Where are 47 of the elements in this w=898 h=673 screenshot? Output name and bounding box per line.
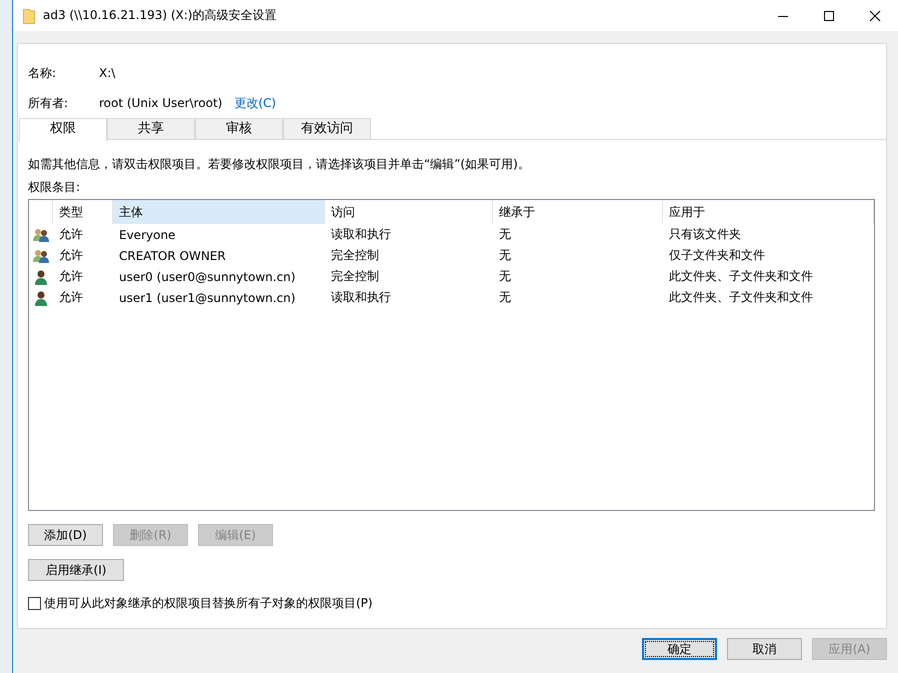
button[interactable]: 启用继承(I): [28, 559, 124, 581]
table-cell-text: 允许: [58, 289, 84, 306]
table-cell-text: 仅子文件夹和文件: [668, 247, 766, 264]
table-cell-text: 读取和执行: [330, 226, 392, 243]
button[interactable]: 确定: [642, 638, 717, 660]
owner-value: root (Unix User\root): [99, 96, 222, 110]
table-cell-text: 允许: [58, 247, 84, 264]
name-value: X:\: [99, 66, 116, 80]
table-cell-text: 完全控制: [330, 247, 380, 264]
window-title: ad3 (\\10.16.21.193) (X:)的高级安全设置: [43, 7, 276, 24]
column-header[interactable]: 访问: [325, 200, 493, 224]
table-cell-text: 允许: [58, 226, 84, 243]
user-icon: [33, 268, 49, 284]
table-cell-text: 无: [498, 226, 512, 243]
checkbox[interactable]: [28, 597, 41, 610]
table-cell-text: 读取和执行: [330, 289, 392, 306]
table-cell-text: user0 (user0@sunnytown.cn): [118, 268, 296, 286]
table-cell-text: 完全控制: [330, 268, 380, 285]
column-header[interactable]: 主体: [113, 200, 325, 224]
column-header[interactable]: 继承于: [493, 200, 663, 224]
table-cell-text: Everyone: [118, 226, 176, 244]
table-cell-text: 此文件夹、子文件夹和文件: [668, 289, 814, 306]
tab[interactable]: 审核: [195, 118, 283, 139]
table-cell-text: 允许: [58, 268, 84, 285]
instruction-text: 如需其他信息，请双击权限项目。若要修改权限项目，请选择该项目并单击“编辑”(如果可用)。: [28, 156, 531, 173]
button[interactable]: 取消: [727, 638, 802, 660]
user-group-icon: [33, 248, 49, 264]
owner-label: 所有者:: [28, 94, 70, 112]
entries-label: 权限条目:: [28, 179, 82, 196]
table-cell-text: 此文件夹、子文件夹和文件: [668, 268, 814, 285]
folder-icon: [23, 8, 35, 24]
table-cell-text: 只有该文件夹: [668, 226, 742, 243]
table-cell-text: 无: [498, 247, 512, 264]
tab[interactable]: 有效访问: [283, 118, 371, 139]
table-cell-text: 无: [498, 268, 512, 285]
table-cell-text: 无: [498, 289, 512, 306]
change-owner-link[interactable]: 更改(C): [234, 94, 276, 112]
button[interactable]: 添加(D): [28, 524, 103, 546]
name-label: 名称:: [28, 64, 58, 82]
checkbox-label[interactable]: 使用可从此对象继承的权限项目替换所有子对象的权限项目(P): [44, 595, 373, 612]
column-header[interactable]: 应用于: [663, 200, 874, 224]
tab[interactable]: 权限: [19, 118, 107, 141]
table-cell-text: user1 (user1@sunnytown.cn): [118, 290, 296, 306]
table-cell-text: CREATOR OWNER: [118, 248, 227, 264]
user-icon: [33, 290, 49, 306]
user-group-icon: [33, 226, 49, 242]
tab[interactable]: 共享: [107, 118, 195, 139]
